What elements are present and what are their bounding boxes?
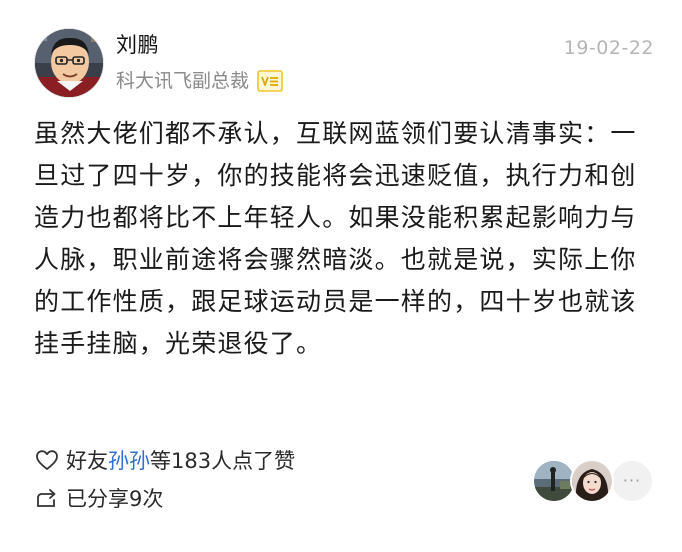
author-avatar-image <box>35 29 103 97</box>
more-likers-button[interactable]: ··· <box>610 459 654 503</box>
likes-prefix: 好友 <box>66 449 108 473</box>
verified-badge-icon <box>257 70 283 92</box>
post-header: 刘鹏 科大讯飞副总裁 19-02-22 <box>34 26 654 100</box>
likes-row[interactable]: 好友 孙孙 等183人点了赞 <box>34 444 295 476</box>
shares-row[interactable]: 已分享9次 <box>34 482 163 514</box>
shares-label: 已分享9次 <box>66 487 164 511</box>
author-title: 科大讯飞副总裁 <box>116 70 250 92</box>
liker-avatars[interactable]: ··· <box>532 459 654 503</box>
heart-outline-icon[interactable] <box>34 447 60 473</box>
post-date: 19-02-22 <box>563 37 654 59</box>
more-dots-icon: ··· <box>622 471 642 490</box>
author-name[interactable]: 刘鹏 <box>116 32 159 58</box>
liker-avatar[interactable] <box>570 459 614 503</box>
author-avatar[interactable] <box>34 28 104 98</box>
author-title-row: 科大讯飞副总裁 <box>116 68 283 94</box>
liker-friend-link[interactable]: 孙孙 <box>108 445 150 475</box>
likes-suffix: 等183人点了赞 <box>150 449 296 473</box>
post-content: 虽然大佬们都不承认，互联网蓝领们要认清事实：一旦过了四十岁，你的技能将会迅速贬值… <box>34 119 637 358</box>
share-arrow-icon[interactable] <box>34 485 60 511</box>
